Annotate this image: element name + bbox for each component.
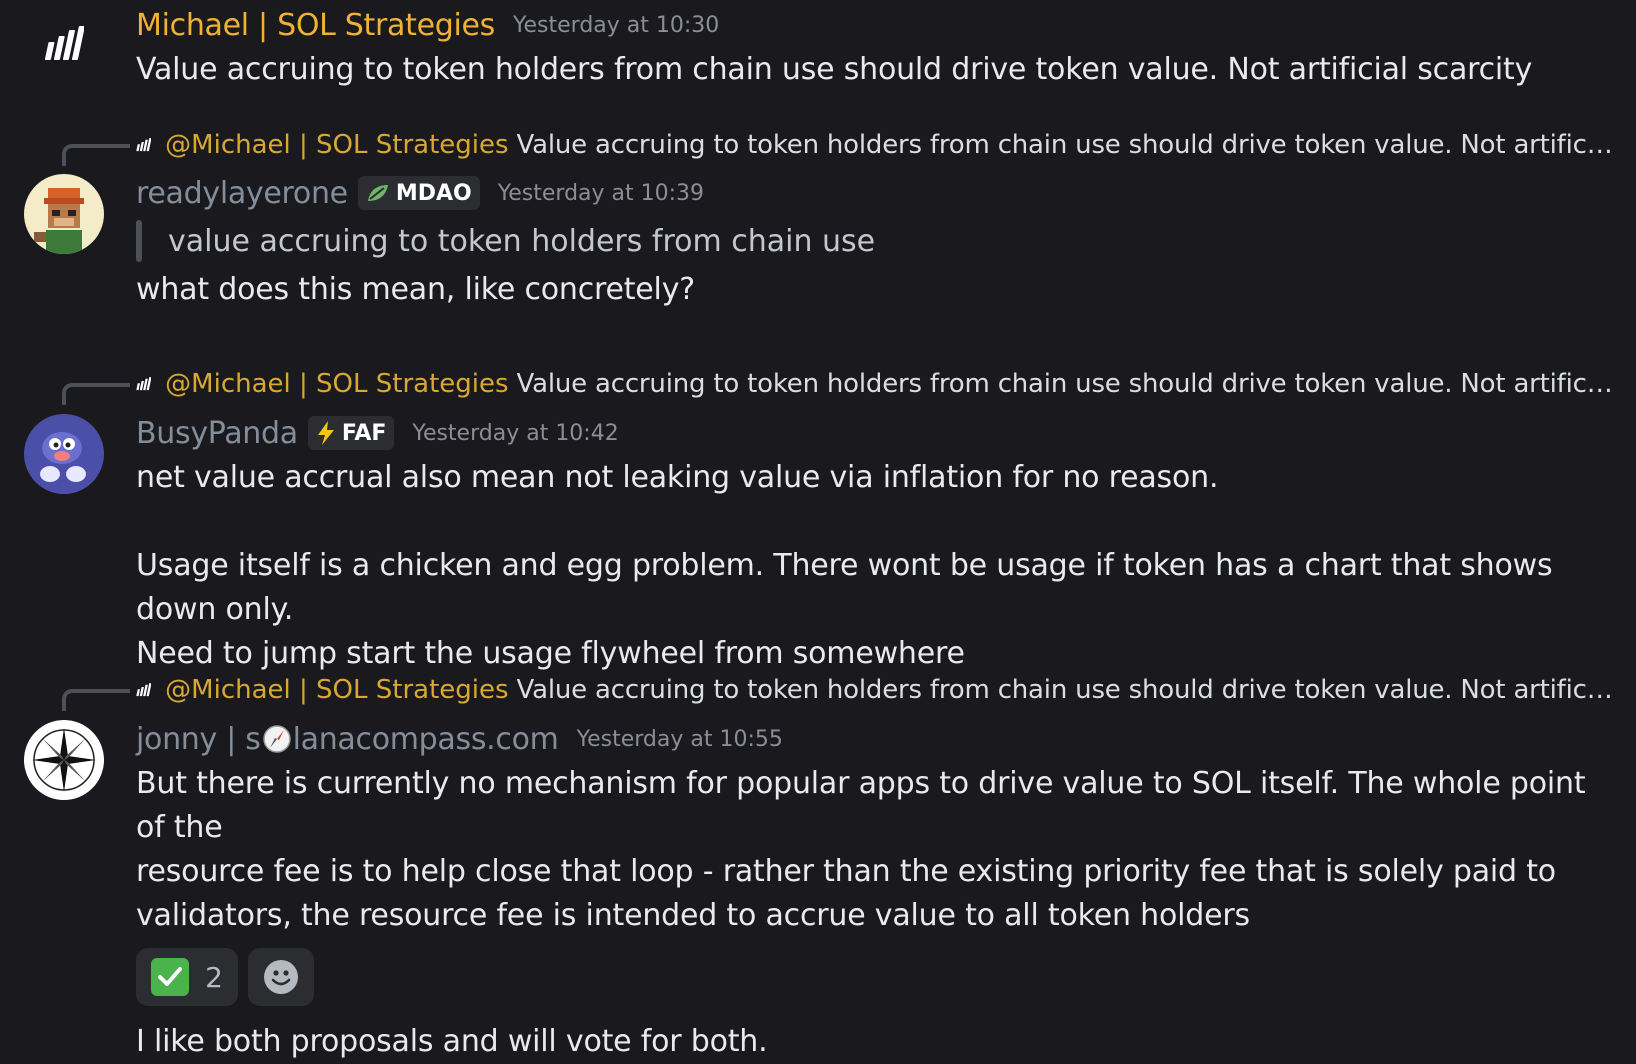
message-text: what does this mean, like concretely?	[136, 272, 695, 307]
leaf-icon	[367, 185, 388, 201]
tag-label: MDAO	[395, 180, 472, 206]
bars-logo-icon	[136, 138, 152, 152]
username[interactable]: jonny | s lanacompass.com	[136, 722, 559, 757]
bars-logo-icon	[44, 26, 84, 60]
cartoon-cat-avatar	[24, 414, 104, 494]
block-quote: value accruing to token holders from cha…	[136, 220, 1616, 262]
username[interactable]: readylayerone	[136, 176, 348, 211]
reply-spine	[62, 144, 130, 166]
reply-text: Value accruing to token holders from cha…	[516, 130, 1616, 160]
timestamp[interactable]: Yesterday at 10:39	[498, 181, 704, 206]
message-text-line: net value accrual also mean not leaking …	[136, 460, 1219, 495]
avatar[interactable]	[24, 174, 104, 254]
reply-text: Value accruing to token holders from cha…	[516, 369, 1616, 399]
guild-tag[interactable]: MDAO	[357, 176, 480, 210]
reaction-count: 2	[205, 960, 223, 994]
bars-logo-icon	[136, 683, 152, 697]
username-prefix: jonny | s	[136, 721, 261, 757]
reply-mention[interactable]: @Michael | SOL Strategies	[165, 369, 508, 399]
reply-preview[interactable]: @Michael | SOL Strategies Value accruing…	[136, 125, 1616, 165]
reply-preview[interactable]: @Michael | SOL Strategies Value accruing…	[136, 670, 1616, 710]
check-mark-icon	[151, 958, 190, 996]
guild-tag[interactable]: FAF	[307, 416, 395, 450]
message-text: I like both proposals and will vote for …	[136, 1024, 768, 1059]
message-text-line: resource fee is to help close that loop …	[136, 854, 1556, 889]
message-text-line: Usage itself is a chicken and egg proble…	[136, 548, 1553, 627]
tag-label: FAF	[341, 420, 387, 446]
reply-text: Value accruing to token holders from cha…	[516, 675, 1616, 705]
quote-text: value accruing to token holders from cha…	[168, 223, 876, 259]
bars-logo-icon	[136, 377, 152, 391]
smiley-icon	[264, 960, 298, 994]
username[interactable]: BusyPanda	[136, 416, 298, 451]
reply-preview[interactable]: @Michael | SOL Strategies Value accruing…	[136, 364, 1616, 404]
reaction-check[interactable]: 2	[136, 948, 238, 1006]
message-text-line: validators, the resource fee is intended…	[136, 898, 1250, 933]
pixel-monkey-avatar	[34, 188, 84, 254]
message-text: Value accruing to token holders from cha…	[136, 52, 1533, 87]
message-text-line	[136, 500, 1616, 544]
timestamp[interactable]: Yesterday at 10:30	[513, 13, 719, 38]
reply-spine	[62, 383, 130, 405]
timestamp[interactable]: Yesterday at 10:55	[577, 727, 783, 752]
compass-rose-avatar	[32, 728, 96, 792]
message-text-line: But there is currently no mechanism for …	[136, 766, 1586, 845]
reply-mention[interactable]: @Michael | SOL Strategies	[165, 675, 508, 705]
add-reaction-button[interactable]	[248, 948, 314, 1006]
quote-bar	[136, 220, 142, 262]
reactions-bar: 2	[136, 948, 1616, 1006]
username-suffix: lanacompass.com	[292, 721, 559, 757]
compass-icon	[262, 725, 291, 753]
username[interactable]: Michael | SOL Strategies	[136, 8, 495, 43]
sol-strategies-avatar[interactable]	[24, 4, 104, 84]
lightning-icon	[317, 421, 334, 445]
avatar[interactable]	[24, 414, 104, 494]
reply-spine	[62, 689, 130, 711]
reply-mention[interactable]: @Michael | SOL Strategies	[165, 130, 508, 160]
timestamp[interactable]: Yesterday at 10:42	[412, 421, 618, 446]
avatar[interactable]	[24, 720, 104, 800]
